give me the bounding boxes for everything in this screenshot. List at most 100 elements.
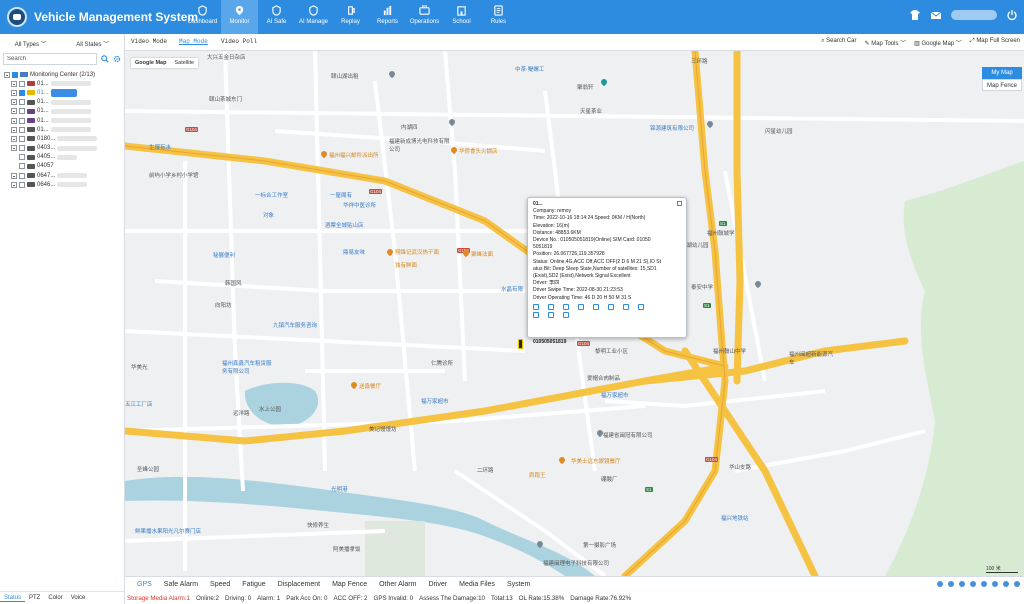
search-icon[interactable] — [101, 55, 109, 63]
vehicle-row[interactable]: 01... — [0, 107, 124, 116]
type-filter[interactable]: All Types ﹀ — [15, 39, 47, 48]
expand-toggle[interactable] — [11, 145, 17, 152]
vehicle-checkbox[interactable] — [19, 80, 25, 87]
grid-icon[interactable] — [959, 581, 965, 587]
nav-school[interactable]: School — [443, 0, 480, 34]
full-screen-button[interactable]: ⤢ Map Full Screen — [970, 38, 1020, 47]
vehicle-checkbox[interactable] — [19, 172, 25, 179]
vehicle-checkbox[interactable] — [19, 126, 25, 133]
tool-icon[interactable] — [623, 303, 629, 310]
vehicle-row[interactable]: 01... — [0, 116, 124, 125]
tab-status[interactable]: Status — [0, 595, 26, 602]
more-icon[interactable] — [608, 303, 614, 310]
vehicle-checkbox[interactable] — [19, 154, 25, 161]
vehicle-checkbox[interactable] — [19, 99, 25, 106]
vehicle-checkbox[interactable] — [19, 145, 25, 152]
tab-fatigue[interactable]: Fatigue — [236, 581, 271, 588]
location-icon[interactable] — [563, 303, 569, 310]
map-view[interactable]: Google Map Satellite My Map Map Fence 大兴… — [125, 51, 1024, 576]
vehicle-row[interactable]: 04057 — [0, 162, 124, 171]
vehicle-row[interactable]: 0647... — [0, 171, 124, 180]
expand-toggle[interactable] — [11, 89, 17, 96]
tab-speed[interactable]: Speed — [204, 581, 236, 588]
vehicle-checkbox[interactable] — [19, 135, 25, 142]
expand-toggle[interactable] — [11, 80, 17, 87]
state-filter[interactable]: All States ﹀ — [76, 39, 109, 48]
expand-toggle[interactable] — [11, 108, 17, 115]
nav-dashboard[interactable]: Dashboard — [184, 0, 221, 34]
tab-displacement[interactable]: Displacement — [272, 581, 326, 588]
audio-icon[interactable] — [1003, 581, 1009, 587]
vehicle-row[interactable]: 01... — [0, 79, 124, 88]
vehicle-checkbox[interactable] — [19, 89, 25, 96]
gear-icon[interactable] — [937, 581, 943, 587]
vehicle-marker[interactable] — [518, 339, 523, 349]
nav-ai-manage[interactable]: AI Manage — [295, 0, 332, 34]
expand-toggle[interactable] — [11, 181, 17, 188]
root-checkbox[interactable] — [12, 71, 18, 78]
vehicle-checkbox[interactable] — [19, 181, 25, 188]
power-icon[interactable] — [1006, 9, 1018, 21]
vehicle-row[interactable]: 0405... — [0, 153, 124, 162]
tree-root[interactable]: Monitoring Center (2/13) — [0, 70, 124, 79]
tab-driver[interactable]: Driver — [422, 581, 453, 588]
vehicle-checkbox[interactable] — [19, 108, 25, 115]
nav-ai-safe[interactable]: AI Safe — [258, 0, 295, 34]
tab-system[interactable]: System — [501, 581, 536, 588]
tab-map-fence[interactable]: Map Fence — [326, 581, 373, 588]
nav-replay[interactable]: Replay — [332, 0, 369, 34]
sound-icon[interactable] — [970, 581, 976, 587]
vehicle-row[interactable]: 0403... — [0, 144, 124, 153]
list-icon[interactable] — [948, 581, 954, 587]
expand-toggle[interactable] — [11, 117, 17, 124]
search-input[interactable] — [3, 53, 97, 65]
document-icon[interactable] — [548, 311, 554, 318]
user-name[interactable] — [951, 10, 997, 20]
tab-safe-alarm[interactable]: Safe Alarm — [158, 581, 204, 588]
vehicle-checkbox[interactable] — [19, 163, 25, 170]
eye-icon[interactable] — [638, 303, 644, 310]
message-icon[interactable] — [593, 303, 599, 310]
tab-voice[interactable]: Voice — [67, 595, 90, 601]
storage-alarm-status[interactable]: Storage Media Alarm:1 — [127, 595, 190, 602]
mail-icon[interactable] — [930, 9, 942, 21]
vehicle-row[interactable]: 0646... — [0, 180, 124, 189]
nav-rules[interactable]: Rules — [480, 0, 517, 34]
tab-color[interactable]: Color — [44, 595, 66, 601]
tab-video-mode[interactable]: Video Mode — [131, 38, 167, 45]
tab-map-mode[interactable]: Map Mode — [179, 38, 208, 45]
map-fence-button[interactable]: Map Fence — [982, 79, 1022, 91]
search-car-button[interactable]: ⌕ Search Car — [821, 38, 856, 47]
expand-toggle[interactable] — [11, 172, 17, 179]
expand-toggle[interactable] — [4, 71, 10, 78]
satellite-map-type[interactable]: Satellite — [170, 58, 198, 68]
vehicle-row[interactable]: 01... — [0, 98, 124, 107]
vehicle-row[interactable]: 0180... — [0, 134, 124, 143]
google-map-button[interactable]: ▥ Google Map ﹀ — [914, 38, 962, 47]
target-icon[interactable] — [533, 311, 539, 318]
expand-toggle[interactable] — [11, 99, 17, 106]
map-tools-button[interactable]: ✎ Map Tools ﹀ — [865, 38, 907, 47]
my-map-button[interactable]: My Map — [982, 67, 1022, 79]
nav-reports[interactable]: Reports — [369, 0, 406, 34]
lock-icon[interactable] — [981, 581, 987, 587]
expand-toggle[interactable] — [11, 126, 17, 133]
vehicle-row-selected[interactable]: 01... — [0, 88, 124, 97]
tab-video-poll[interactable]: Video Poll — [221, 38, 257, 45]
settings-icon[interactable] — [113, 55, 121, 63]
nav-monitor[interactable]: Monitor — [221, 0, 258, 34]
drop-icon[interactable] — [992, 581, 998, 587]
shirt-icon[interactable] — [909, 9, 921, 21]
replay-icon[interactable] — [563, 311, 569, 318]
phone-icon[interactable] — [548, 303, 554, 310]
nav-operations[interactable]: Operations — [406, 0, 443, 34]
globe-icon[interactable] — [1014, 581, 1020, 587]
tab-ptz[interactable]: PTZ — [25, 595, 44, 601]
camera-icon[interactable] — [578, 303, 584, 310]
vehicle-row[interactable]: 01... — [0, 125, 124, 134]
expand-toggle[interactable] — [11, 135, 17, 142]
close-icon[interactable] — [677, 201, 682, 206]
google-map-type[interactable]: Google Map — [131, 58, 170, 68]
tab-gps[interactable]: GPS — [125, 581, 158, 588]
tab-other-alarm[interactable]: Other Alarm — [373, 581, 422, 588]
